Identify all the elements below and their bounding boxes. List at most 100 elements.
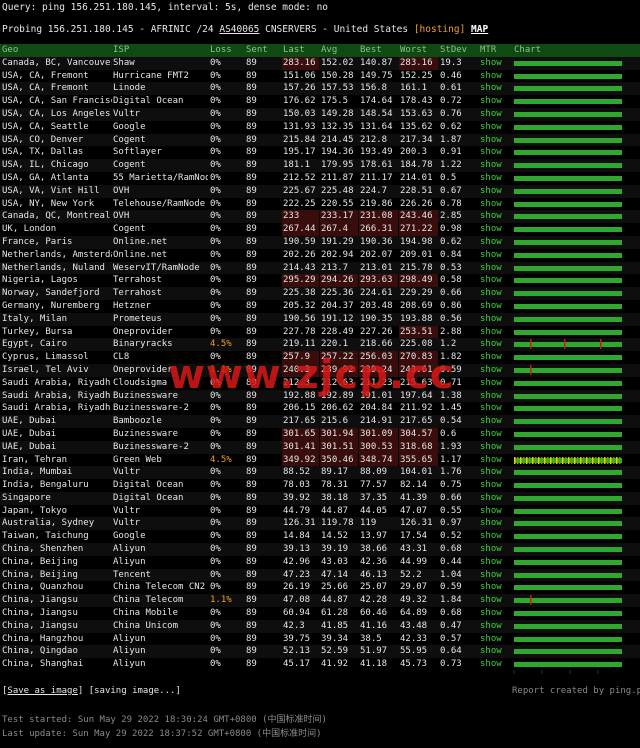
cell-stdev: 2.88: [440, 326, 462, 337]
table-row: Canada, QC, Montreal OVH 0% 89 233 233.17 231.…: [0, 210, 640, 224]
cell-geo: China, Jiangsu: [2, 595, 78, 606]
sparkline-bar: [514, 534, 622, 540]
cell-mtr[interactable]: show: [480, 441, 510, 454]
cell-mtr[interactable]: show: [480, 505, 510, 518]
cell-mtr[interactable]: show: [480, 313, 510, 326]
latency-sparkline: [514, 393, 622, 399]
sparkline-bar: [514, 99, 622, 105]
cell-avg: 47.14: [321, 569, 349, 580]
cell-worst: 283.16: [399, 56, 438, 70]
sparkline-bar: [514, 393, 622, 399]
cell-mtr[interactable]: show: [480, 658, 510, 671]
cell-last: 126.31: [283, 518, 316, 529]
cell-mtr[interactable]: show: [480, 57, 510, 70]
cell-loss: 0%: [210, 134, 221, 145]
cell-mtr[interactable]: show: [480, 364, 510, 377]
sparkline-bar: [514, 662, 622, 668]
cell-worst: 304.57: [399, 427, 438, 441]
table-row: UAE, Dubai Bamboozle 0% 89 217.65 215.6 214.91…: [0, 415, 640, 428]
map-link[interactable]: MAP: [471, 24, 488, 35]
cell-mtr[interactable]: show: [480, 236, 510, 249]
cell-worst: 17.54: [400, 531, 428, 542]
cell-mtr[interactable]: show: [480, 249, 510, 262]
cell-mtr[interactable]: show: [480, 121, 510, 134]
cell-last: 26.19: [283, 582, 311, 593]
cell-stdev: 0.61: [440, 83, 462, 94]
cell-best: 174.64: [360, 96, 393, 107]
cell-mtr[interactable]: show: [480, 543, 510, 556]
cell-last: 47.23: [283, 569, 311, 580]
cell-mtr[interactable]: show: [480, 633, 510, 646]
cell-isp: Online.net: [113, 236, 168, 247]
cell-mtr[interactable]: show: [480, 620, 510, 633]
cell-mtr[interactable]: show: [480, 402, 510, 415]
cell-mtr[interactable]: show: [480, 95, 510, 108]
col-best: Best: [360, 45, 382, 55]
cell-mtr[interactable]: show: [480, 607, 510, 620]
cell-mtr[interactable]: show: [480, 172, 510, 185]
cell-mtr[interactable]: show: [480, 428, 510, 441]
cell-mtr[interactable]: show: [480, 351, 510, 364]
cell-mtr[interactable]: show: [480, 262, 510, 275]
cell-mtr[interactable]: show: [480, 454, 510, 467]
cell-mtr[interactable]: show: [480, 287, 510, 300]
sparkline-jitter-mark: [592, 456, 594, 464]
cell-geo: USA, NY, New York: [2, 198, 95, 209]
cell-mtr[interactable]: show: [480, 198, 510, 211]
cell-mtr[interactable]: show: [480, 82, 510, 95]
cell-best: 131.64: [360, 121, 393, 132]
cell-best: 51.97: [360, 646, 388, 657]
cell-mtr[interactable]: show: [480, 274, 510, 287]
cell-mtr[interactable]: show: [480, 569, 510, 582]
cell-mtr[interactable]: show: [480, 492, 510, 505]
cell-mtr[interactable]: show: [480, 210, 510, 223]
cell-mtr[interactable]: show: [480, 300, 510, 313]
cell-mtr[interactable]: show: [480, 338, 510, 351]
cell-mtr[interactable]: show: [480, 70, 510, 83]
cell-mtr[interactable]: show: [480, 581, 510, 594]
cell-mtr[interactable]: show: [480, 223, 510, 236]
asn-link[interactable]: AS40065: [219, 24, 259, 35]
save-image-link[interactable]: Save as image: [7, 686, 77, 696]
cell-mtr[interactable]: show: [480, 108, 510, 121]
cell-isp: Cogent: [113, 224, 146, 235]
cell-mtr[interactable]: show: [480, 390, 510, 403]
cell-last: 42.3: [283, 620, 305, 631]
cell-stdev: 1.17: [440, 454, 462, 465]
cell-mtr[interactable]: show: [480, 377, 510, 390]
cell-mtr[interactable]: show: [480, 466, 510, 479]
latency-sparkline: [514, 419, 622, 425]
sparkline-jitter-mark: [607, 456, 609, 464]
cell-isp: Binaryracks: [113, 339, 173, 350]
cell-last: 14.84: [283, 531, 311, 542]
cell-mtr[interactable]: show: [480, 415, 510, 428]
cell-mtr[interactable]: show: [480, 517, 510, 530]
cell-best: 293.63: [359, 274, 398, 288]
cell-last: 39.75: [283, 633, 311, 644]
cell-avg: 44.87: [321, 505, 349, 516]
latency-sparkline: [514, 380, 622, 386]
cell-geo: China, Quanzhou: [2, 582, 84, 593]
cell-loss: 0%: [210, 249, 221, 260]
cell-mtr[interactable]: show: [480, 594, 510, 607]
cell-last: 176.62: [283, 96, 316, 107]
cell-mtr[interactable]: show: [480, 185, 510, 198]
cell-mtr[interactable]: show: [480, 326, 510, 339]
sparkline-bar: [514, 150, 622, 156]
table-row: USA, CA, Fremont Linode 0% 89 157.26 157.53 15…: [0, 82, 640, 96]
sparkline-bar: [514, 175, 622, 181]
cell-stdev: 0.44: [440, 556, 462, 567]
cell-mtr[interactable]: show: [480, 146, 510, 159]
cell-loss: 0%: [210, 300, 221, 311]
cell-mtr[interactable]: show: [480, 159, 510, 172]
cell-stdev: 0.68: [440, 544, 462, 555]
cell-last: 131.93: [283, 121, 316, 132]
probe-org: CNSERVERS - United States: [259, 24, 414, 35]
chart-time-axis: [513, 670, 599, 674]
cell-mtr[interactable]: show: [480, 479, 510, 492]
cell-mtr[interactable]: show: [480, 556, 510, 569]
cell-mtr[interactable]: show: [480, 530, 510, 543]
cell-mtr[interactable]: show: [480, 645, 510, 658]
cell-mtr[interactable]: show: [480, 134, 510, 147]
cell-sent: 89: [246, 505, 257, 516]
